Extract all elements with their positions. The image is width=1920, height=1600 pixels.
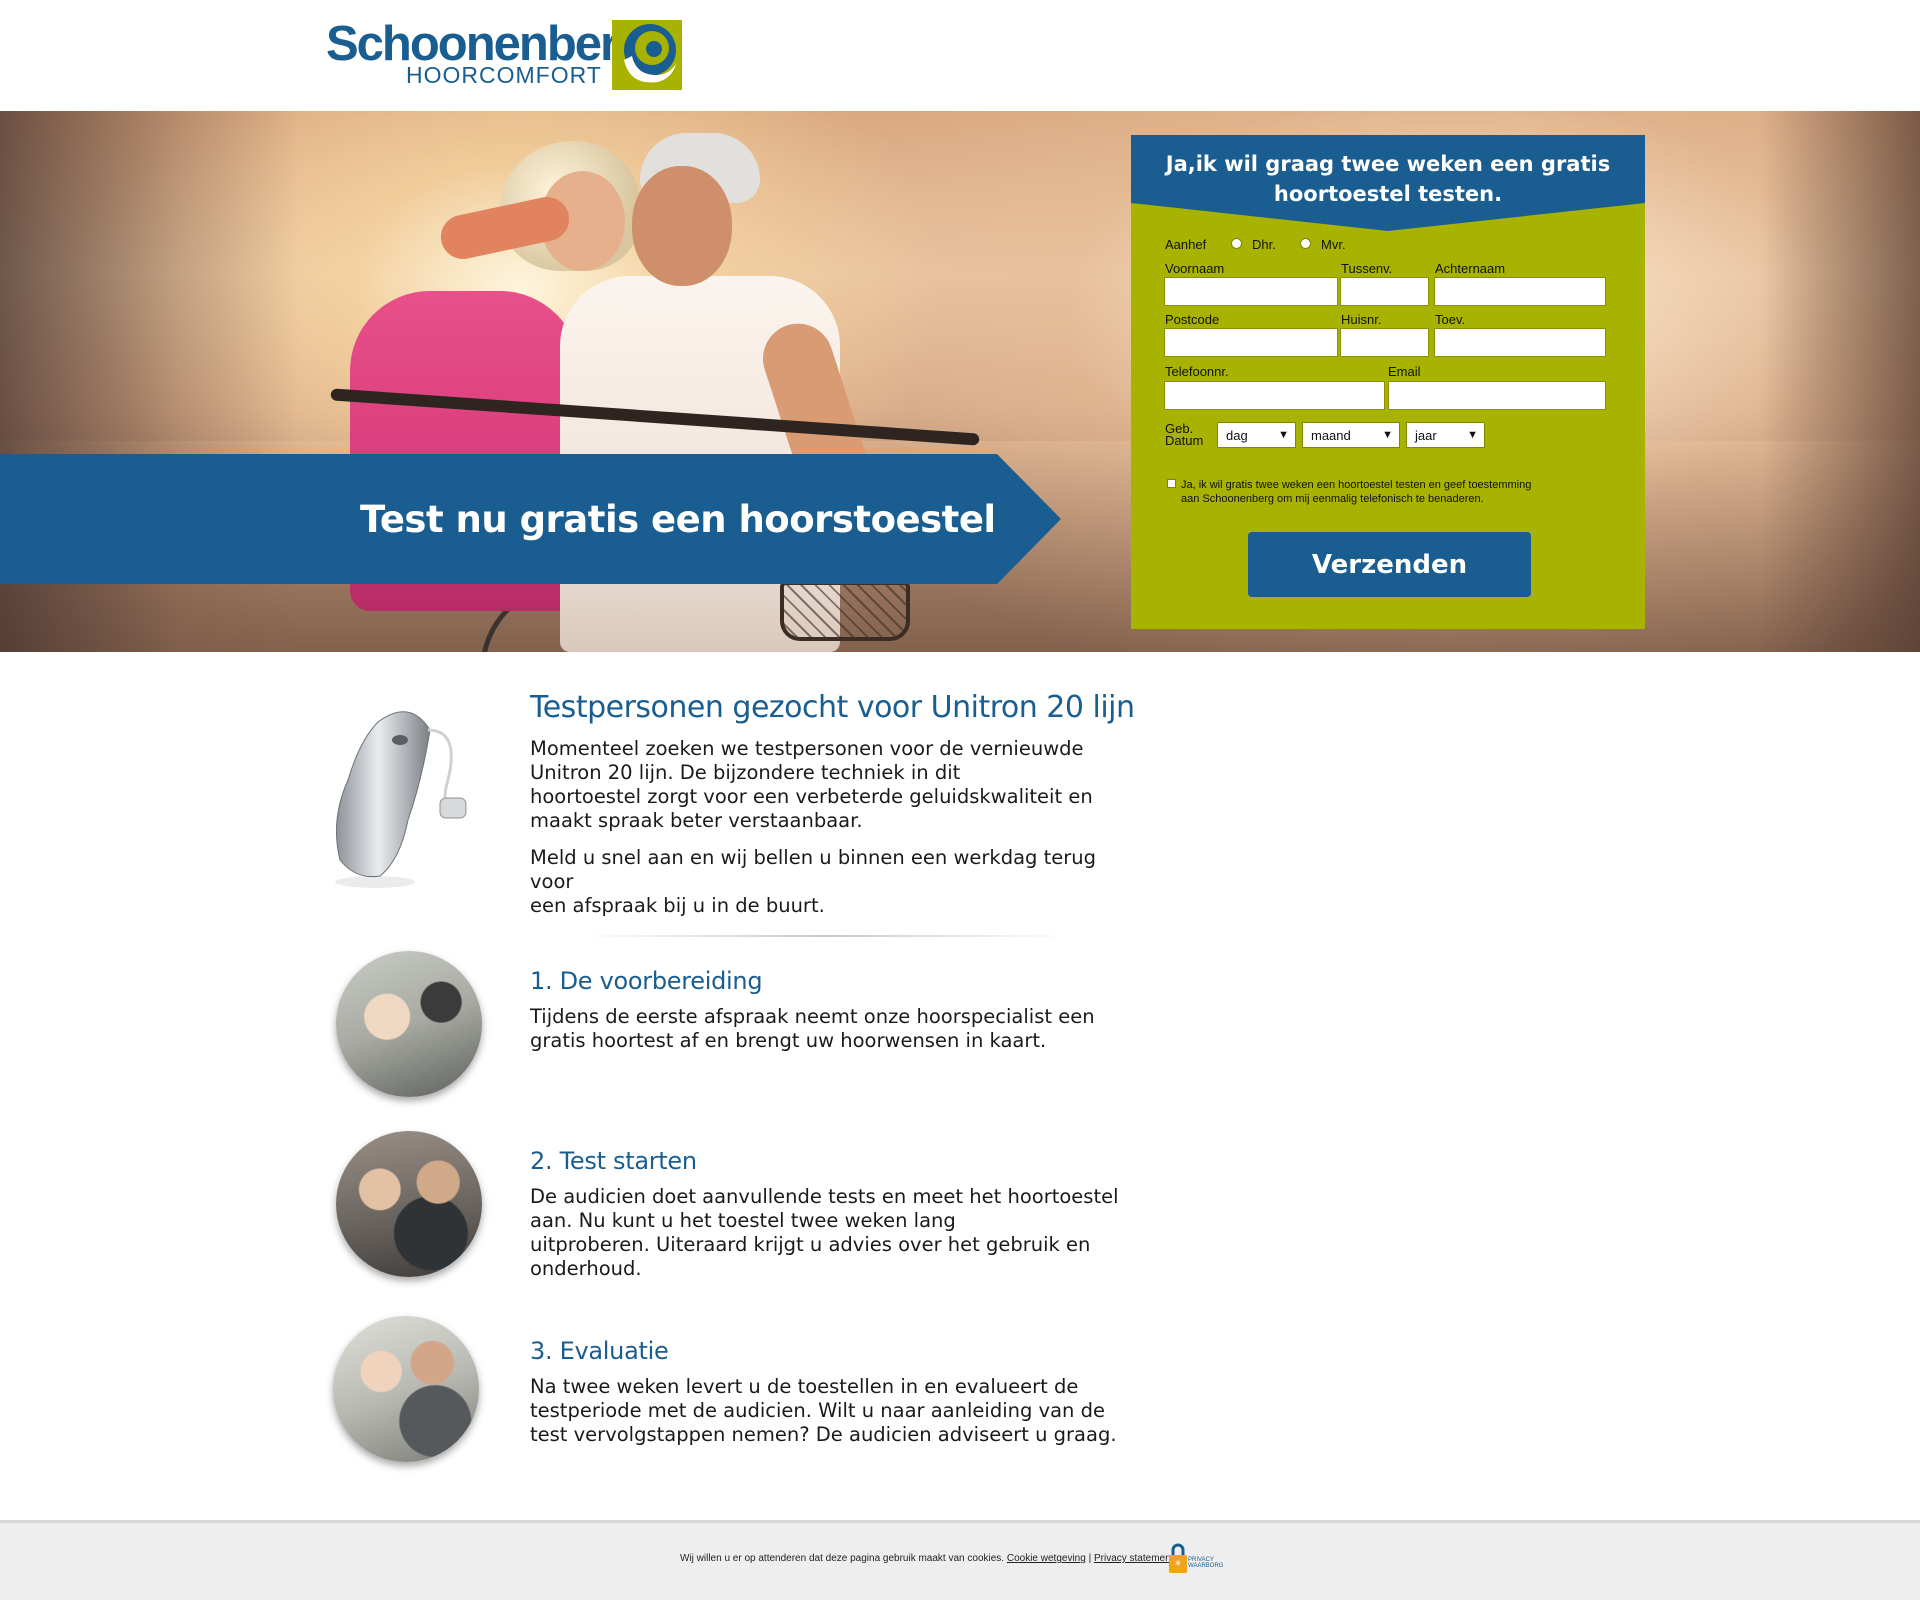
email-field[interactable] [1388, 381, 1606, 410]
intro-p1-line: hoortoestel zorgt voor een verbeterde ge… [530, 785, 1093, 808]
step-2-title: 2. Test starten [530, 1147, 697, 1175]
step-1-line: Tijdens de eerste afspraak neemt onze ho… [530, 1005, 1095, 1028]
phone-label: Telefoonnr. [1165, 364, 1229, 379]
addition-label: Toev. [1435, 312, 1466, 327]
form-heading: Ja,ik wil graag twee weken een gratis ho… [1165, 152, 1611, 206]
house-number-field[interactable] [1340, 328, 1429, 357]
dob-year-select[interactable]: jaar ▼ [1406, 422, 1485, 448]
step-3-text: Na twee weken levert u de toestellen in … [530, 1375, 1120, 1447]
hero-banner: Test nu gratis een hoorstoestel [0, 454, 1061, 584]
submit-button[interactable]: Verzenden [1248, 532, 1531, 597]
house-number-label: Huisnr. [1341, 312, 1382, 327]
step-1-image [336, 951, 482, 1097]
signup-form: Ja,ik wil graag twee weken een gratis ho… [1131, 135, 1645, 629]
dob-day-select[interactable]: dag ▼ [1217, 422, 1296, 448]
email-label: Email [1388, 364, 1421, 379]
step-1-line: gratis hoortest af en brengt uw hoorwens… [530, 1029, 1047, 1052]
step-1-title: 1. De voorbereiding [530, 967, 763, 995]
addition-field[interactable] [1434, 328, 1606, 357]
infix-label: Tussenv. [1341, 261, 1393, 276]
hero-right-shade [1760, 111, 1920, 652]
footer-separator: | [1088, 1553, 1092, 1564]
privacy-badge-label: PRIVACY WAARBORG [1188, 1557, 1223, 1569]
salutation-radio-mvr[interactable] [1300, 238, 1311, 249]
intro-p1-line: Unitron 20 lijn. De bijzondere techniek … [530, 761, 961, 784]
salutation-label: Aanhef [1165, 237, 1207, 252]
schoonenberg-logo[interactable]: Schoonenberg HOORCOMFORT [326, 18, 686, 92]
dob-label: Geb. Datum [1165, 422, 1204, 448]
infix-field[interactable] [1340, 277, 1429, 306]
site-footer: Wij willen u er op attenderen dat deze p… [0, 1520, 1920, 1600]
intro-paragraph-2: Meld u snel aan en wij bellen u binnen e… [530, 846, 1120, 918]
salutation-radio-dhr[interactable] [1231, 238, 1242, 249]
dob-month-select[interactable]: maand ▼ [1302, 422, 1400, 448]
salutation-option-mvr: Mvr. [1321, 237, 1346, 252]
dob-year-chevron-down-icon: ▼ [1467, 429, 1478, 441]
intro-paragraph-1: Momenteel zoeken we testpersonen voor de… [530, 737, 1120, 833]
intro-title: Testpersonen gezocht voor Unitron 20 lij… [530, 690, 1135, 725]
hero-banner-text: Test nu gratis een hoorstoestel [360, 497, 996, 541]
step-1-text: Tijdens de eerste afspraak neemt onze ho… [530, 1005, 1120, 1053]
dob-day-chevron-down-icon: ▼ [1278, 429, 1289, 441]
step-2-image [336, 1131, 482, 1277]
intro-p2-line: een afspraak bij u in de buurt. [530, 894, 825, 917]
step-2-line: uitproberen. Uiteraard krijgt u advies o… [530, 1233, 1091, 1256]
logo-subtitle: HOORCOMFORT [406, 62, 602, 88]
privacy-waarborg-badge[interactable]: * PRIVACY WAARBORG [1168, 1541, 1223, 1575]
privacy-lock-icon: * [1169, 1543, 1187, 1573]
step-2-line: onderhoud. [530, 1257, 642, 1280]
salutation-option-dhr: Dhr. [1252, 237, 1276, 252]
last-name-field[interactable] [1434, 277, 1606, 306]
cookie-policy-link[interactable]: Cookie wetgeving [1007, 1553, 1086, 1564]
step-3-line: test vervolgstappen nemen? De audicien a… [530, 1423, 1117, 1446]
site-header: Schoonenberg HOORCOMFORT [0, 0, 1920, 111]
dob-day-value: dag [1226, 428, 1248, 443]
svg-text:*: * [1175, 1558, 1181, 1572]
logo-ear-icon [612, 20, 682, 90]
step-2-text: De audicien doet aanvullende tests en me… [530, 1185, 1120, 1281]
privacy-badge-line2: WAARBORG [1188, 1563, 1224, 1569]
dob-year-value: jaar [1415, 428, 1437, 443]
step-3-line: Na twee weken levert u de toestellen in … [530, 1375, 1079, 1398]
step-3-title: 3. Evaluatie [530, 1337, 669, 1365]
section-divider [580, 935, 1070, 937]
step-3-line: testperiode met de audicien. Wilt u naar… [530, 1399, 1105, 1422]
intro-p1-line: Momenteel zoeken we testpersonen voor de… [530, 737, 1084, 760]
postcode-label: Postcode [1165, 312, 1220, 327]
intro-p1-line: maakt spraak beter verstaanbaar. [530, 809, 863, 832]
form-header: Ja,ik wil graag twee weken een gratis ho… [1131, 135, 1645, 231]
last-name-label: Achternaam [1435, 261, 1506, 276]
bicycle-basket [780, 581, 910, 641]
consent-line1: Ja, ik wil gratis twee weken een hoortoe… [1181, 479, 1532, 491]
intro-p2-line: Meld u snel aan en wij bellen u binnen e… [530, 846, 1096, 893]
step-3-image [333, 1316, 479, 1462]
cookie-notice: Wij willen u er op attenderen dat deze p… [680, 1553, 1173, 1564]
postcode-field[interactable] [1164, 328, 1338, 357]
consent-line2: aan Schoonenberg om mij eenmalig telefon… [1181, 493, 1484, 505]
phone-field[interactable] [1164, 381, 1385, 410]
consent-text: Ja, ik wil gratis twee weken een hoortoe… [1181, 478, 1601, 506]
step-2-line: De audicien doet aanvullende tests en me… [530, 1185, 1119, 1208]
first-name-label: Voornaam [1165, 261, 1225, 276]
step-2-line: aan. Nu kunt u het toestel twee weken la… [530, 1209, 956, 1232]
dob-label-line2: Datum [1165, 433, 1204, 448]
hearing-aid-image [330, 700, 500, 890]
hero-man-face [632, 166, 732, 286]
first-name-field[interactable] [1164, 277, 1338, 306]
privacy-statement-link[interactable]: Privacy statement [1094, 1553, 1173, 1564]
dob-month-chevron-down-icon: ▼ [1382, 429, 1393, 441]
cookie-notice-text: Wij willen u er op attenderen dat deze p… [680, 1553, 1005, 1564]
dob-month-value: maand [1311, 428, 1351, 443]
consent-checkbox[interactable] [1167, 479, 1176, 488]
